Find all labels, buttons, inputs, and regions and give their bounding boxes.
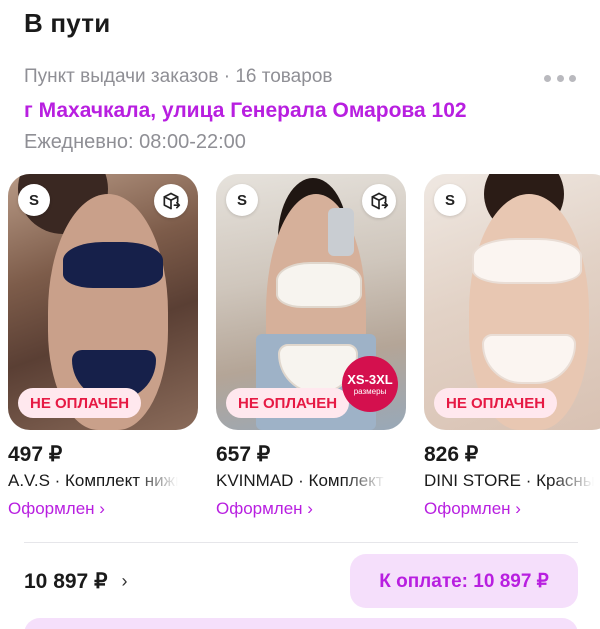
unpaid-badge: НЕ ОПЛАЧЕН — [226, 388, 350, 418]
size-label-badge: S — [18, 184, 50, 216]
product-card[interactable]: S НЕ ОПЛАЧЕН 497 ₽ A.V.S · Комплект нижн… — [8, 174, 198, 519]
product-image[interactable]: S НЕ ОПЛАЧЕН — [424, 174, 600, 430]
more-dot-icon — [544, 74, 551, 82]
product-card[interactable]: S НЕ ОПЛАЧЕН 826 ₽ DINI STORE · Красный … — [424, 174, 600, 519]
size-range-text: XS-3XL — [347, 372, 393, 387]
share-box-icon — [163, 192, 181, 210]
order-total[interactable]: 10 897 ₽ › — [24, 569, 127, 594]
pay-button[interactable]: К оплате: 10 897 ₽ — [350, 554, 578, 608]
size-range-caption: размеры — [353, 387, 387, 396]
size-label-badge: S — [434, 184, 466, 216]
product-meta: KVINMAD · Комплект — [216, 471, 384, 490]
product-price: 497 ₽ — [8, 443, 63, 466]
unpaid-badge: НЕ ОПЛАЧЕН — [434, 388, 558, 418]
product-meta: DINI STORE · Красный — [424, 471, 594, 490]
order-status-link[interactable]: Оформлен › — [8, 499, 198, 519]
divider — [24, 542, 578, 543]
unpaid-badge: НЕ ОПЛАЧЕН — [18, 388, 142, 418]
order-status-link[interactable]: Оформлен › — [216, 499, 406, 519]
product-meta: A.V.S · Комплект нижнего — [8, 471, 178, 490]
product-price: 657 ₽ — [216, 443, 271, 466]
size-range-badge: XS-3XL размеры — [342, 356, 398, 412]
share-button[interactable] — [154, 184, 188, 218]
pickup-address-link[interactable]: г Махачкала, улица Генерала Омарова 102 — [24, 99, 467, 123]
more-dot-icon — [556, 74, 564, 82]
size-label-badge: S — [226, 184, 258, 216]
product-image[interactable]: S НЕ ОПЛАЧЕН — [8, 174, 198, 430]
share-box-icon — [371, 192, 389, 210]
share-button[interactable] — [362, 184, 396, 218]
section-title: В пути — [24, 8, 111, 38]
product-price: 826 ₽ — [424, 443, 479, 466]
more-dot-icon — [569, 74, 576, 82]
pickup-summary: Пункт выдачи заказов · 16 товаров — [24, 66, 333, 87]
chevron-right-icon: › — [121, 571, 128, 591]
order-total-amount: 10 897 ₽ — [24, 570, 108, 593]
products-carousel[interactable]: S НЕ ОПЛАЧЕН 497 ₽ A.V.S · Комплект нижн… — [0, 174, 600, 534]
order-status-link[interactable]: Оформлен › — [424, 499, 600, 519]
product-image[interactable]: S НЕ ОПЛАЧЕН XS-3XL размеры — [216, 174, 406, 430]
pickup-hours: Ежедневно: 08:00-22:00 — [24, 131, 246, 153]
product-card[interactable]: S НЕ ОПЛАЧЕН XS-3XL размеры 657 ₽ KVINMA… — [216, 174, 406, 519]
more-options-button[interactable] — [544, 70, 576, 86]
next-section-strip — [24, 618, 578, 629]
